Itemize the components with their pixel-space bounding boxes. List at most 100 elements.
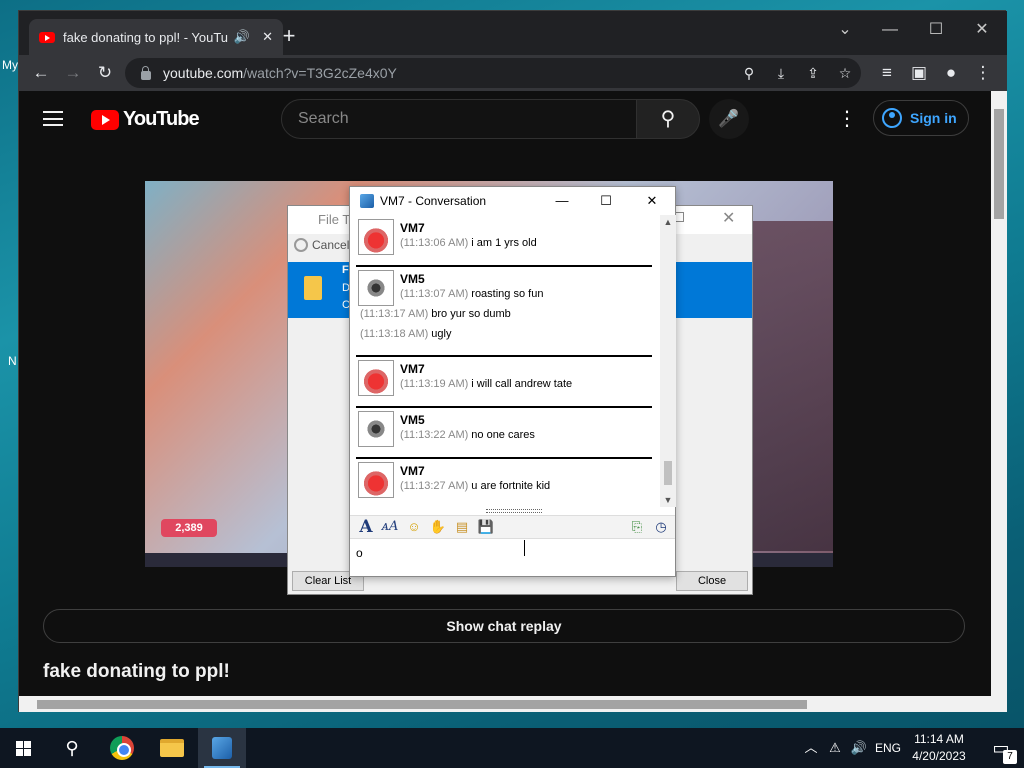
language-indicator[interactable]: ENG xyxy=(874,728,902,768)
taskbar-messenger[interactable] xyxy=(198,728,246,768)
chrome-icon xyxy=(110,736,134,760)
taskbar-file-explorer[interactable] xyxy=(148,728,196,768)
url-host: youtube.com xyxy=(163,65,244,81)
page-horizontal-scrollbar[interactable] xyxy=(19,696,1007,712)
media-control-icon[interactable]: ≡ xyxy=(875,61,899,85)
ft-close-icon[interactable]: ✕ xyxy=(722,208,735,228)
scroll-up-icon[interactable]: ▲ xyxy=(660,215,676,229)
tab-youtube[interactable]: fake donating to ppl! - YouTu 🔊 ✕ xyxy=(29,19,283,55)
maximize-button[interactable]: ☐ xyxy=(913,15,959,45)
cancel-icon xyxy=(294,238,308,252)
message-scrollbar[interactable]: ▲ ▼ xyxy=(660,215,676,507)
tab-title: fake donating to ppl! - YouTu xyxy=(63,29,228,45)
font-size-icon[interactable]: ᴀA xyxy=(380,517,400,537)
network-icon[interactable]: ⚠ xyxy=(824,728,846,768)
youtube-play-icon xyxy=(91,109,119,130)
user-avatar xyxy=(358,219,394,255)
microphone-icon[interactable]: 🎤 xyxy=(709,99,749,139)
tab-search-button[interactable]: ⌄ xyxy=(822,15,868,45)
video-badge: 2,389 xyxy=(161,519,217,537)
message-timestamp: (11:13:07 AM) xyxy=(400,288,469,300)
user-circle-icon xyxy=(882,108,902,128)
desktop-icon-label[interactable]: N xyxy=(8,354,17,368)
conversation-window: VM7 - Conversation — ☐ ✕ VM7 (11:13:06 A… xyxy=(349,186,676,577)
settings-kebab-icon[interactable]: ⋮ xyxy=(837,107,857,131)
message-username: VM5 xyxy=(400,272,425,286)
conv-maximize-button[interactable]: ☐ xyxy=(594,191,618,211)
notification-count: 7 xyxy=(1003,750,1017,764)
message-line: (11:13:27 AM) u are fortnite kid xyxy=(400,480,550,492)
message-separator xyxy=(356,265,652,267)
message-timestamp: (11:13:27 AM) xyxy=(400,480,469,492)
splitter-grip[interactable] xyxy=(486,509,542,513)
cancel-transfer-button[interactable]: Cancel xyxy=(294,238,349,252)
messenger-app-icon xyxy=(360,194,374,208)
history-icon[interactable]: ◷ xyxy=(651,517,671,537)
message-input[interactable]: o xyxy=(350,540,675,576)
desktop-icon-label[interactable]: My xyxy=(2,58,18,72)
tab-close-icon[interactable]: ✕ xyxy=(262,29,273,45)
message-history[interactable]: VM7 (11:13:06 AM) i am 1 yrs old VM5 (11:… xyxy=(352,215,660,507)
search-button[interactable]: ⚲ xyxy=(636,99,700,139)
emoticon-icon[interactable]: ☺ xyxy=(404,517,424,537)
message-username: VM7 xyxy=(400,464,425,478)
message-timestamp: (11:13:18 AM) xyxy=(360,328,429,340)
taskbar-chrome[interactable] xyxy=(98,728,146,768)
youtube-logo[interactable]: YouTube xyxy=(91,108,200,131)
nudge-icon[interactable]: ✋ xyxy=(428,517,448,537)
action-center-button[interactable]: ▭ 7 xyxy=(978,728,1024,768)
clock-time: 11:14 AM xyxy=(914,732,964,746)
send-file-icon[interactable]: ▤ xyxy=(452,517,472,537)
scroll-down-icon[interactable]: ▼ xyxy=(660,493,676,507)
share-icon[interactable]: ⇪ xyxy=(803,63,823,83)
message-text: roasting so fun xyxy=(471,288,544,300)
message-timestamp: (11:13:22 AM) xyxy=(400,429,469,441)
show-chat-replay-button[interactable]: Show chat replay xyxy=(43,609,965,643)
start-button[interactable] xyxy=(0,728,48,768)
speaker-icon[interactable]: 🔊 xyxy=(234,29,250,45)
minimize-button[interactable]: — xyxy=(867,15,913,45)
side-panel-icon[interactable]: ▣ xyxy=(907,61,931,85)
search-input[interactable]: Search xyxy=(281,99,637,139)
browser-toolbar: ← → ↻ youtube.com/watch?v=T3G2cZe4x0Y ⚲ … xyxy=(19,55,1007,91)
tab-bar: fake donating to ppl! - YouTu 🔊 ✕ + ⌄ — … xyxy=(19,11,1007,55)
font-icon[interactable]: A xyxy=(356,517,376,537)
message-text: u are fortnite kid xyxy=(471,480,551,492)
hamburger-menu-icon[interactable] xyxy=(43,111,63,126)
message-line: (11:13:18 AM) ugly xyxy=(360,328,451,340)
url-path: /watch?v=T3G2cZe4x0Y xyxy=(243,65,397,81)
close-window-button[interactable]: ✕ xyxy=(959,15,1005,45)
folder-icon xyxy=(304,276,322,300)
scroll-thumb[interactable] xyxy=(664,461,672,485)
message-text: i am 1 yrs old xyxy=(471,237,537,249)
message-timestamp: (11:13:17 AM) xyxy=(360,308,429,320)
back-button[interactable]: ← xyxy=(29,61,53,85)
conv-minimize-button[interactable]: — xyxy=(550,191,574,211)
sign-in-button[interactable]: Sign in xyxy=(873,100,969,136)
video-title: fake donating to ppl! xyxy=(43,661,230,682)
menu-kebab-icon[interactable]: ⋮ xyxy=(971,61,995,85)
profile-icon[interactable]: ● xyxy=(939,61,963,85)
message-username: VM5 xyxy=(400,413,425,427)
page-vertical-scrollbar[interactable] xyxy=(991,91,1007,696)
show-hidden-icons-icon[interactable]: ︿ xyxy=(800,728,822,768)
conv-close-button[interactable]: ✕ xyxy=(640,191,664,211)
message-text: no one cares xyxy=(471,429,535,441)
taskbar-search-icon[interactable]: ⚲ xyxy=(48,728,96,768)
install-icon[interactable]: ⤓ xyxy=(771,63,791,83)
bookmark-star-icon[interactable]: ☆ xyxy=(835,63,855,83)
address-bar[interactable]: youtube.com/watch?v=T3G2cZe4x0Y ⚲ ⤓ ⇪ ☆ xyxy=(125,58,861,88)
transfer-row-name: F xyxy=(342,264,349,276)
message-text: i will call andrew tate xyxy=(471,378,573,390)
paste-icon[interactable]: ⎘ xyxy=(627,517,647,537)
system-clock[interactable]: 11:14 AM 4/20/2023 xyxy=(904,731,974,765)
new-tab-button[interactable]: + xyxy=(277,25,301,49)
ft-close-button[interactable]: Close xyxy=(676,571,748,591)
save-icon[interactable]: 💾 xyxy=(476,517,496,537)
forward-button[interactable]: → xyxy=(61,61,85,85)
lock-icon[interactable] xyxy=(141,65,151,80)
reload-button[interactable]: ↻ xyxy=(93,61,117,85)
text-cursor-icon xyxy=(524,540,526,556)
search-icon[interactable]: ⚲ xyxy=(739,63,759,83)
volume-icon[interactable]: 🔊 xyxy=(848,728,870,768)
